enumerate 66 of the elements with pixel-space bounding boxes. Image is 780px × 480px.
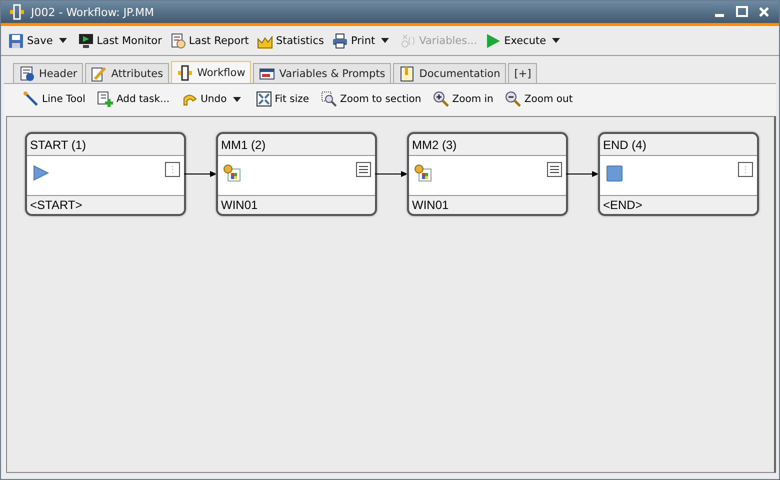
fit-icon [256,91,272,107]
node-footer: <END> [600,195,757,214]
node-footer: WIN01 [409,195,566,214]
tab[interactable]: Workflow [171,61,252,83]
connector-arrow [375,170,408,178]
window-title: J002 - Workflow: JP.MM [31,6,155,18]
connector-arrow [566,170,599,178]
printer-icon [332,32,348,48]
maximize-icon[interactable] [735,5,749,19]
dropdown-caret-icon[interactable] [552,38,560,43]
details-box-icon[interactable] [738,162,753,177]
window-icon [259,66,276,82]
task-gear-icon [414,164,432,182]
details-list-icon[interactable] [356,162,371,177]
task-gear-icon [223,164,241,182]
book-icon [399,66,416,82]
task-node[interactable]: START (1) <START> [25,132,186,216]
toolbar-button[interactable]: Add task... [96,89,171,109]
connector-arrow [184,170,217,178]
details-list-icon[interactable] [547,162,562,177]
task-node[interactable]: END (4) <END> [598,132,759,216]
toolbar-button[interactable]: Last Monitor [76,30,163,50]
node-title: START (1) [27,134,184,156]
node-footer: <START> [27,195,184,214]
details-box-icon[interactable] [165,162,180,177]
close-icon[interactable] [757,5,771,19]
toolbar-button[interactable]: Line Tool [22,89,86,109]
tab[interactable]: [+] [508,63,538,83]
play-icon [485,32,502,48]
monitor-icon [78,32,94,48]
zoom-in-icon [433,91,450,107]
start-triangle-icon [32,164,50,182]
variables-icon [400,32,416,48]
toolbar-button[interactable]: Execute [484,30,548,50]
toolbar-button[interactable]: Print [330,30,376,50]
toolbar-button[interactable]: Fit size [254,89,310,109]
tab[interactable]: Header [13,63,84,83]
node-title: END (4) [600,134,757,156]
node-title: MM2 (3) [409,134,566,156]
toolbar-button[interactable]: Undo [180,89,228,109]
end-square-icon [605,164,623,182]
workflow-icon [9,4,25,20]
toolbar-button[interactable]: Zoom to section [320,89,422,109]
tab[interactable]: Attributes [85,63,170,83]
zoom-out-icon [505,91,522,107]
tab[interactable]: Variables & Prompts [253,63,392,83]
toolbar-button[interactable]: Last Report [168,30,250,50]
toolbar-button[interactable]: Statistics [256,30,325,50]
toolbar-button[interactable]: Save [7,30,54,50]
line-icon [23,91,39,107]
zoom-section-icon [321,91,337,107]
node-footer: WIN01 [218,195,375,214]
task-node[interactable]: MM1 (2) WIN01 [216,132,377,216]
dropdown-caret-icon[interactable] [381,38,390,43]
info-page-icon [19,66,35,82]
task-node[interactable]: MM2 (3) WIN01 [407,132,568,216]
toolbar-button[interactable]: Zoom in [432,89,494,109]
dropdown-caret-icon[interactable] [58,38,67,43]
tab[interactable]: Documentation [393,63,506,83]
dropdown-caret-icon[interactable] [232,96,241,102]
report-icon [170,32,186,48]
add-page-icon [97,91,114,107]
floppy-icon [8,32,24,48]
workflow-icon [177,64,194,80]
node-title: MM1 (2) [218,134,375,156]
toolbar-button[interactable]: Zoom out [504,89,574,109]
